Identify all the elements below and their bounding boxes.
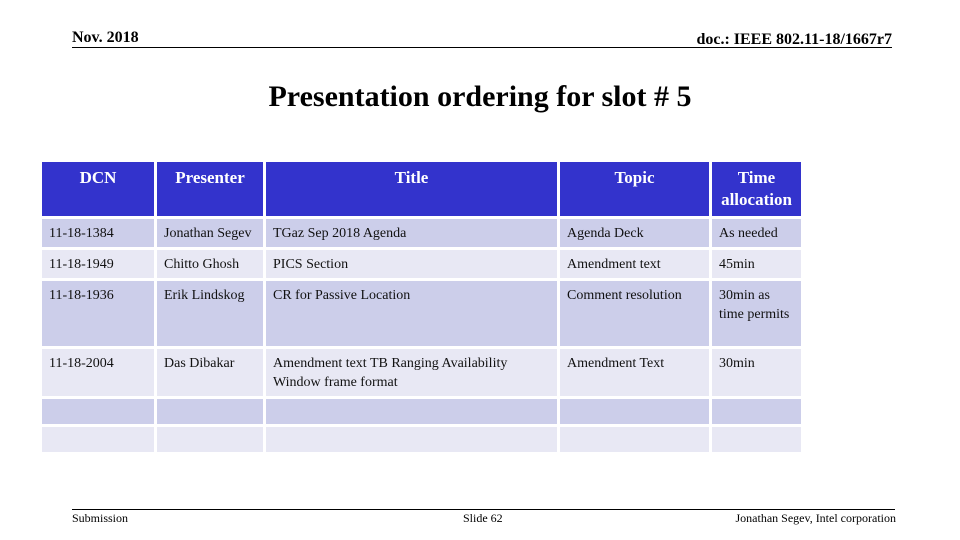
column-header-title: Title bbox=[266, 162, 557, 216]
header-date: Nov. 2018 bbox=[72, 29, 139, 46]
cell-title: Amendment text TB Ranging Availability W… bbox=[266, 349, 557, 396]
footer-slide-number: Slide 62 bbox=[463, 511, 503, 525]
table-row: 11-18-1384 Jonathan Segev TGaz Sep 2018 … bbox=[42, 219, 801, 247]
table-row bbox=[42, 399, 801, 424]
table-row: 11-18-1936 Erik Lindskog CR for Passive … bbox=[42, 281, 801, 346]
footer-divider bbox=[72, 509, 895, 510]
table-row: 11-18-2004 Das Dibakar Amendment text TB… bbox=[42, 349, 801, 396]
cell-presenter bbox=[157, 399, 263, 424]
cell-presenter: Das Dibakar bbox=[157, 349, 263, 396]
cell-time: 30min bbox=[712, 349, 801, 396]
cell-dcn: 11-18-2004 bbox=[42, 349, 154, 396]
cell-time: 30min as time permits bbox=[712, 281, 801, 346]
schedule-table: DCN Presenter Title Topic Time allocatio… bbox=[39, 159, 804, 455]
cell-topic: Amendment text bbox=[560, 250, 709, 278]
cell-presenter bbox=[157, 427, 263, 452]
cell-dcn bbox=[42, 427, 154, 452]
cell-time bbox=[712, 399, 801, 424]
cell-title: CR for Passive Location bbox=[266, 281, 557, 346]
cell-presenter: Jonathan Segev bbox=[157, 219, 263, 247]
cell-time: 45min bbox=[712, 250, 801, 278]
cell-title: PICS Section bbox=[266, 250, 557, 278]
cell-topic: Agenda Deck bbox=[560, 219, 709, 247]
cell-presenter: Erik Lindskog bbox=[157, 281, 263, 346]
cell-topic bbox=[560, 399, 709, 424]
cell-topic bbox=[560, 427, 709, 452]
header-divider bbox=[72, 47, 892, 48]
column-header-dcn: DCN bbox=[42, 162, 154, 216]
cell-presenter: Chitto Ghosh bbox=[157, 250, 263, 278]
cell-topic: Comment resolution bbox=[560, 281, 709, 346]
cell-dcn: 11-18-1949 bbox=[42, 250, 154, 278]
cell-title bbox=[266, 427, 557, 452]
cell-title: TGaz Sep 2018 Agenda bbox=[266, 219, 557, 247]
column-header-time: Time allocation bbox=[712, 162, 801, 216]
cell-dcn bbox=[42, 399, 154, 424]
slide-title: Presentation ordering for slot # 5 bbox=[268, 80, 692, 113]
table-row: 11-18-1949 Chitto Ghosh PICS Section Ame… bbox=[42, 250, 801, 278]
table-header-row: DCN Presenter Title Topic Time allocatio… bbox=[42, 162, 801, 216]
cell-title bbox=[266, 399, 557, 424]
footer-author: Jonathan Segev, Intel corporation bbox=[735, 511, 896, 525]
cell-dcn: 11-18-1936 bbox=[42, 281, 154, 346]
cell-time: As needed bbox=[712, 219, 801, 247]
footer-submission: Submission bbox=[72, 511, 129, 525]
cell-dcn: 11-18-1384 bbox=[42, 219, 154, 247]
cell-time bbox=[712, 427, 801, 452]
cell-topic: Amendment Text bbox=[560, 349, 709, 396]
column-header-presenter: Presenter bbox=[157, 162, 263, 216]
table-row bbox=[42, 427, 801, 452]
column-header-topic: Topic bbox=[560, 162, 709, 216]
